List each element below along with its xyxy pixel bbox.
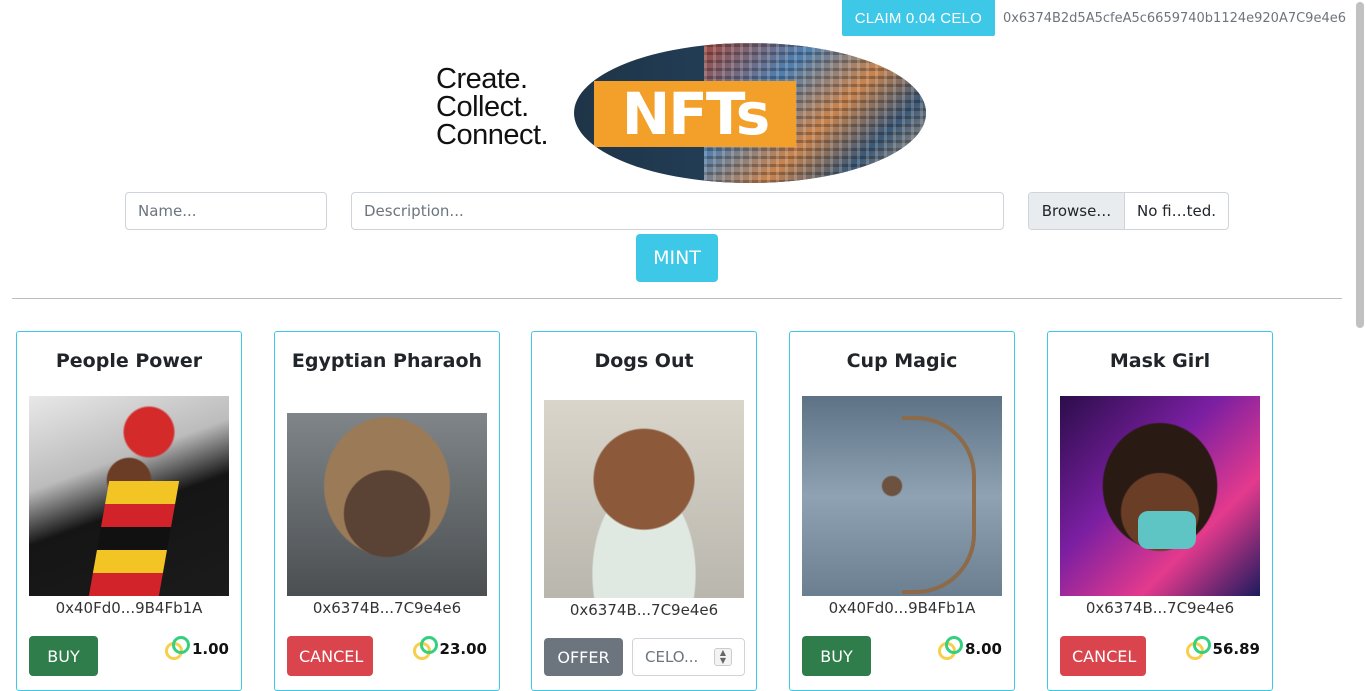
claim-celo-button[interactable]: CLAIM 0.04 CELO <box>841 0 995 36</box>
nft-price: 8.00 <box>937 636 1002 662</box>
nft-image <box>29 396 229 596</box>
tagline-line: Connect. <box>436 119 549 151</box>
nft-card: People Power 0x40Fd0...9B4Fb1A BUY 1.00 <box>16 331 242 691</box>
nft-image <box>802 396 1002 596</box>
nft-image <box>544 400 744 598</box>
nft-owner: 0x6374B...7C9e4e6 <box>312 599 462 617</box>
number-stepper-icon[interactable]: ▲ ▼ <box>714 648 732 666</box>
nft-owner: 0x40Fd0...9B4Fb1A <box>828 599 976 617</box>
offer-placeholder: CELO... <box>645 648 699 666</box>
banner-oval-image: NFTs <box>574 43 926 183</box>
cancel-button[interactable]: CANCEL <box>1060 636 1146 676</box>
nft-title: Egyptian Pharaoh <box>291 350 483 372</box>
cancel-button[interactable]: CANCEL <box>287 636 373 676</box>
nft-owner: 0x40Fd0...9B4Fb1A <box>55 599 203 617</box>
nft-owner: 0x6374B...7C9e4e6 <box>1085 599 1235 617</box>
celo-icon <box>412 636 439 662</box>
nft-card: Cup Magic 0x40Fd0...9B4Fb1A BUY 8.00 <box>789 331 1015 691</box>
nfts-logo-text: NFTs <box>594 81 796 147</box>
price-value: 1.00 <box>191 640 229 658</box>
nft-card: Egyptian Pharaoh 0x6374B...7C9e4e6 CANCE… <box>274 331 500 691</box>
buy-button[interactable]: BUY <box>29 636 98 676</box>
buy-button[interactable]: BUY <box>802 636 871 676</box>
name-input[interactable]: Name... <box>125 192 327 230</box>
mint-form: Name... Description... Browse… No fi…ted… <box>125 192 1229 230</box>
nft-owner: 0x6374B...7C9e4e6 <box>569 601 719 619</box>
page-scrollbar[interactable] <box>1356 2 1364 328</box>
tagline-line: Create. <box>436 63 528 95</box>
nft-title: Dogs Out <box>594 350 694 372</box>
price-value: 8.00 <box>964 640 1002 658</box>
top-bar: CLAIM 0.04 CELO 0x6374B2d5A5cfeA5c665974… <box>841 0 1346 36</box>
nft-title: Mask Girl <box>1109 350 1211 372</box>
banner-logo: NFTs Create. Collect. Connect. <box>436 43 928 185</box>
browse-button[interactable]: Browse… <box>1029 193 1125 229</box>
mint-button[interactable]: MINT <box>636 234 718 282</box>
file-status: No fi…ted. <box>1136 202 1216 220</box>
nft-card: Dogs Out 0x6374B...7C9e4e6 OFFER CELO...… <box>531 331 757 691</box>
offer-button[interactable]: OFFER <box>544 638 623 676</box>
price-value: 23.00 <box>439 640 487 658</box>
nft-image <box>287 413 487 596</box>
nft-price: 56.89 <box>1185 636 1260 662</box>
nft-price: 1.00 <box>164 636 229 662</box>
file-input[interactable]: Browse… No fi…ted. <box>1028 192 1229 230</box>
celo-icon <box>1185 636 1212 662</box>
nft-card: Mask Girl 0x6374B...7C9e4e6 CANCEL 56.89 <box>1047 331 1273 691</box>
wallet-address: 0x6374B2d5A5cfeA5c6659740b1124e920A7C9e4… <box>1002 10 1346 26</box>
offer-amount-input[interactable]: CELO... ▲ ▼ <box>632 638 745 676</box>
tagline-line: Collect. <box>436 91 529 123</box>
nft-price: 23.00 <box>412 636 487 662</box>
celo-icon <box>164 636 191 662</box>
nft-title: Cup Magic <box>846 350 958 372</box>
description-input[interactable]: Description... <box>351 192 1004 230</box>
nft-title: People Power <box>55 350 203 372</box>
banner-tagline: Create. Collect. Connect. <box>436 63 549 151</box>
divider <box>12 298 1342 299</box>
price-value: 56.89 <box>1212 640 1260 658</box>
nft-image <box>1060 396 1260 596</box>
celo-icon <box>937 636 964 662</box>
